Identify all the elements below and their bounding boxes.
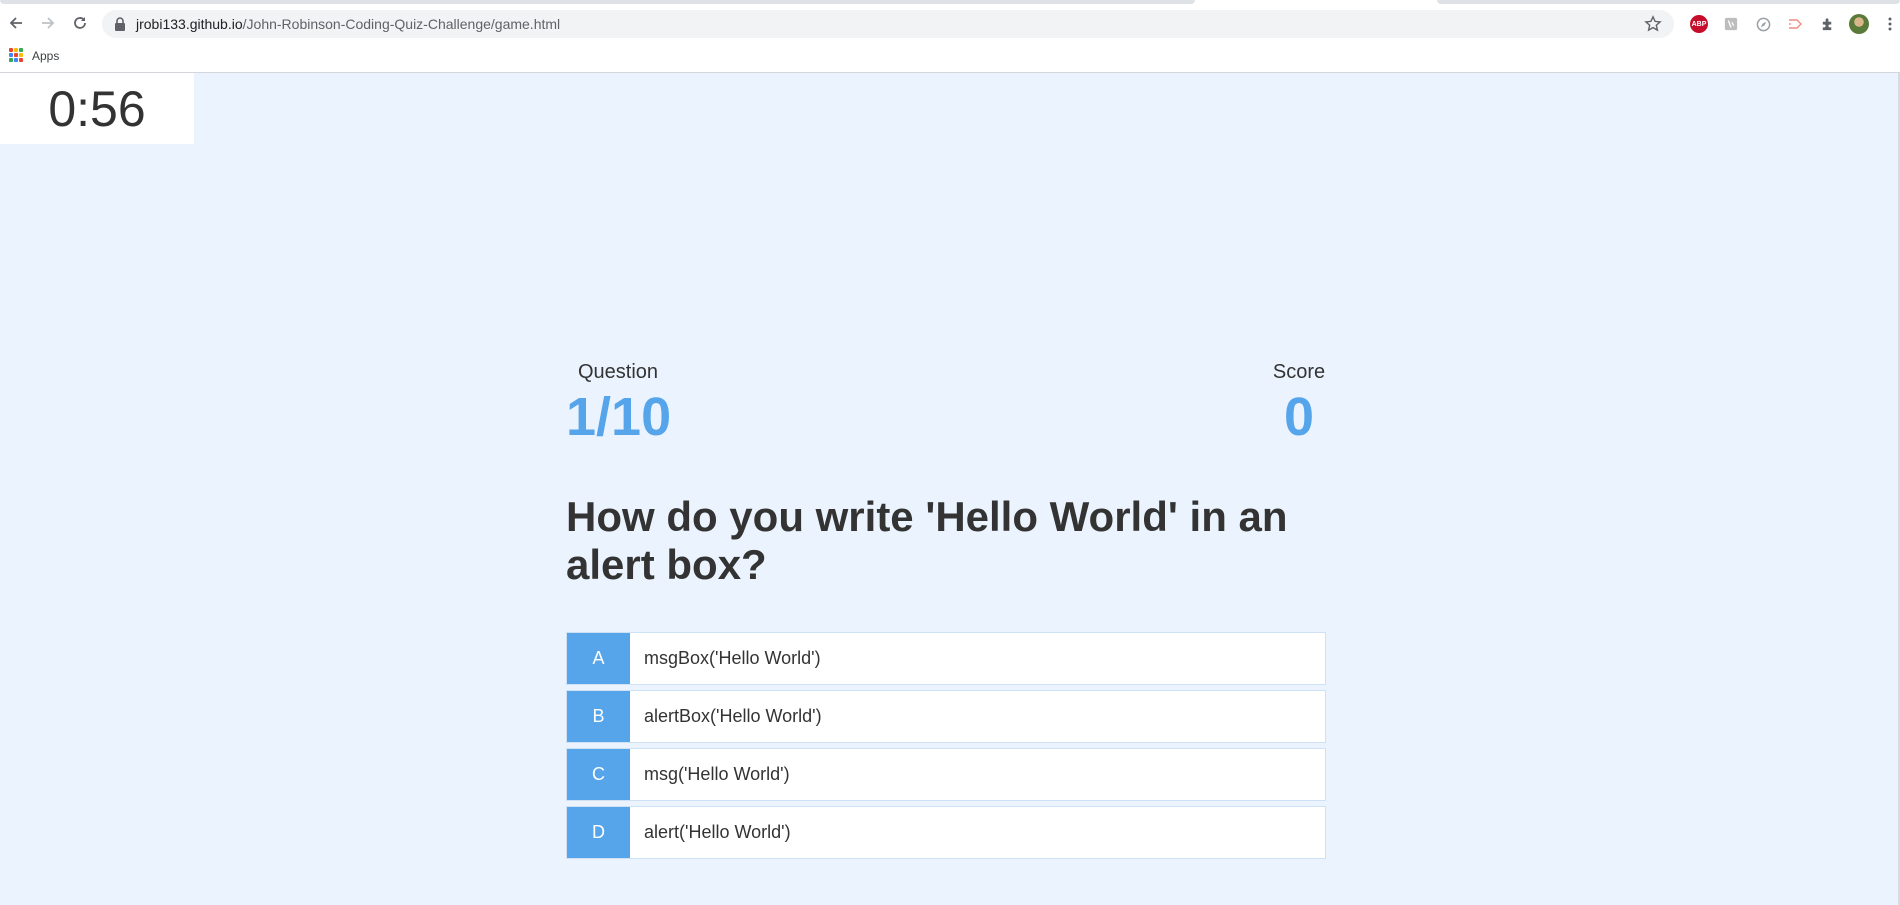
countdown-timer: 0:56	[0, 73, 194, 144]
question-progress: 1/10	[566, 387, 672, 447]
adblock-plus-icon[interactable]: ABP	[1689, 14, 1709, 34]
choice-text: msgBox('Hello World')	[644, 648, 821, 668]
choice-prefix: B	[567, 691, 630, 742]
score-counter: Score 0	[1264, 361, 1334, 444]
bookmarks-bar: Apps	[0, 39, 1900, 73]
apps-bookmark[interactable]: Apps	[32, 49, 59, 63]
lock-icon	[115, 17, 125, 31]
address-bar[interactable]: jrobi133.github.io/John-Robinson-Coding-…	[102, 10, 1674, 38]
puzzle-icon[interactable]	[1817, 14, 1837, 34]
question-counter: Question 1/10	[566, 361, 672, 447]
question-text: How do you write 'Hello World' in an ale…	[566, 493, 1288, 588]
arrow-left-icon	[9, 17, 22, 29]
reload-icon	[74, 17, 86, 29]
compass-icon[interactable]	[1753, 14, 1773, 34]
choice-a[interactable]: A msgBox('Hello World')	[566, 632, 1326, 685]
choice-prefix: D	[567, 807, 630, 858]
forward-button[interactable]	[37, 12, 59, 34]
choice-text: alert('Hello World')	[644, 822, 791, 842]
reload-button[interactable]	[69, 12, 91, 34]
tab-background	[1437, 0, 1900, 4]
choice-prefix: C	[567, 749, 630, 800]
choice-c[interactable]: C msg('Hello World')	[566, 748, 1326, 801]
arrow-right-icon	[42, 17, 55, 29]
score-value: 0	[1283, 387, 1315, 447]
tab-background	[0, 0, 1195, 4]
bookmark-star-icon[interactable]	[1644, 15, 1662, 33]
browser-menu-icon[interactable]	[1880, 14, 1900, 34]
choice-text: msg('Hello World')	[644, 764, 790, 784]
url-text: jrobi133.github.io/John-Robinson-Coding-…	[136, 16, 560, 32]
extension-icon[interactable]	[1721, 14, 1741, 34]
choice-d[interactable]: D alert('Hello World')	[566, 806, 1326, 859]
profile-avatar[interactable]	[1849, 14, 1869, 34]
browser-toolbar: jrobi133.github.io/John-Robinson-Coding-…	[0, 8, 1900, 39]
cast-icon[interactable]	[1785, 14, 1805, 34]
choice-text: alertBox('Hello World')	[644, 706, 822, 726]
question-label: Question	[577, 361, 659, 383]
tab-strip	[0, 0, 1900, 8]
apps-icon[interactable]	[9, 48, 23, 62]
url-path: /John-Robinson-Coding-Quiz-Challenge/gam…	[242, 16, 561, 32]
choice-b[interactable]: B alertBox('Hello World')	[566, 690, 1326, 743]
score-label: Score	[1272, 361, 1326, 383]
choice-prefix: A	[567, 633, 630, 684]
url-host: jrobi133.github.io	[136, 16, 243, 32]
back-button[interactable]	[5, 12, 27, 34]
